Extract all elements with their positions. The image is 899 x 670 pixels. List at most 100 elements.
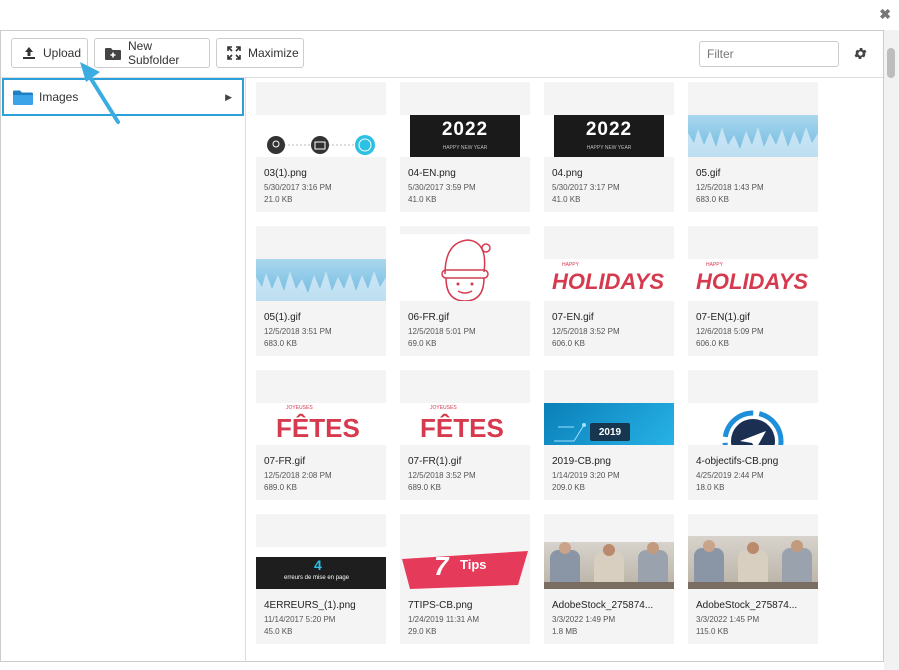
file-date: 11/14/2017 5:20 PM	[264, 615, 336, 624]
thumbnail-title: FÊTES	[276, 413, 360, 443]
pointer-arrow-icon	[80, 62, 120, 124]
file-name: 04-EN.png	[408, 168, 456, 179]
thumbnail: 7 Tips	[400, 547, 530, 589]
file-name: 07-EN.gif	[552, 312, 594, 323]
thumbnail	[400, 234, 530, 301]
thumbnail: HAPPY HOLIDAYS	[544, 259, 674, 301]
file-size: 209.0 KB	[552, 483, 585, 492]
file-size: 41.0 KB	[408, 195, 437, 204]
caret-right-icon[interactable]: ▶	[225, 92, 232, 103]
file-tile[interactable]: 05.gif 12/5/2018 1:43 PM 683.0 KB	[688, 82, 818, 212]
file-size: 683.0 KB	[264, 339, 297, 348]
maximize-button[interactable]: Maximize	[216, 38, 304, 68]
file-tile[interactable]: HAPPY HOLIDAYS 07-EN.gif 12/5/2018 3:52 …	[544, 226, 674, 356]
file-tile[interactable]: 2022 HAPPY NEW YEAR 04.png 5/30/2017 3:1…	[544, 82, 674, 212]
file-tile[interactable]: AdobeStock_275874... 3/3/2022 1:49 PM 1.…	[544, 514, 674, 644]
thumbnail-subtitle: HAPPY NEW YEAR	[586, 145, 632, 151]
file-date: 12/5/2018 3:51 PM	[264, 327, 332, 336]
thumbnail-banner: 2022 HAPPY NEW YEAR	[554, 115, 664, 157]
file-name: 03(1).png	[264, 168, 307, 179]
file-date: 12/5/2018 2:08 PM	[264, 471, 332, 480]
file-name: 7TIPS-CB.png	[408, 600, 473, 611]
file-date: 5/30/2017 3:59 PM	[408, 183, 476, 192]
file-size: 18.0 KB	[696, 483, 725, 492]
thumbnail	[544, 542, 674, 589]
file-date: 1/24/2019 11:31 AM	[408, 615, 480, 624]
file-tile[interactable]: AdobeStock_275874... 3/3/2022 1:45 PM 11…	[688, 514, 818, 644]
thumbnail-title: HOLIDAYS	[552, 269, 665, 294]
file-name: 2019-CB.png	[552, 456, 611, 467]
file-tile[interactable]: 4 erreurs de mise en page 4ERREURS_(1).p…	[256, 514, 386, 644]
scrollbar[interactable]	[884, 30, 899, 670]
thumbnail: JOYEUSES FÊTES	[400, 403, 530, 445]
file-date: 12/6/2018 5:09 PM	[696, 327, 764, 336]
file-tile[interactable]: 7 Tips 7TIPS-CB.png 1/24/2019 11:31 AM 2…	[400, 514, 530, 644]
file-name: 06-FR.gif	[408, 312, 450, 323]
file-tile[interactable]: 2019 2019-CB.png 1/14/2019 3:20 PM 209.0…	[544, 370, 674, 500]
thumbnail-subtitle: HAPPY	[706, 262, 723, 268]
file-date: 5/30/2017 3:16 PM	[264, 183, 332, 192]
close-icon[interactable]: ✖	[879, 6, 891, 23]
file-name: AdobeStock_275874...	[552, 600, 654, 611]
upload-label: Upload	[43, 46, 82, 60]
thumbnail: 2019	[544, 403, 674, 445]
folder-tree: Images ▶	[1, 78, 246, 662]
thumbnail	[688, 536, 818, 589]
file-size: 1.8 MB	[552, 627, 578, 636]
thumbnail	[688, 115, 818, 157]
file-size: 606.0 KB	[696, 339, 729, 348]
file-size: 45.0 KB	[264, 627, 293, 636]
file-size: 689.0 KB	[264, 483, 297, 492]
file-size: 115.0 KB	[696, 627, 729, 636]
file-tile[interactable]: JOYEUSES FÊTES 07-FR(1).gif 12/5/2018 3:…	[400, 370, 530, 500]
new-subfolder-label: New Subfolder	[128, 39, 180, 67]
thumbnail-banner: 2022 HAPPY NEW YEAR	[410, 115, 520, 157]
file-name: 05.gif	[696, 168, 721, 179]
file-date: 1/14/2019 3:20 PM	[552, 471, 620, 480]
file-date: 12/5/2018 1:43 PM	[696, 183, 764, 192]
file-date: 12/5/2018 5:01 PM	[408, 327, 476, 336]
file-name: 05(1).gif	[264, 312, 301, 323]
thumbnail-title: 2022	[441, 119, 489, 140]
file-tile[interactable]: HAPPY HOLIDAYS 07-EN(1).gif 12/6/2018 5:…	[688, 226, 818, 356]
file-tile[interactable]: 05(1).gif 12/5/2018 3:51 PM 683.0 KB	[256, 226, 386, 356]
thumbnail-title: HOLIDAYS	[696, 269, 809, 294]
thumbnail-subtitle: erreurs de mise en page	[284, 575, 350, 581]
filter-input[interactable]	[699, 41, 839, 67]
file-name: 07-FR(1).gif	[408, 456, 462, 467]
folder-icon	[13, 90, 33, 105]
thumbnail: JOYEUSES FÊTES	[256, 403, 386, 445]
thumbnail-title: 2019	[598, 427, 622, 438]
gear-icon[interactable]	[853, 46, 868, 66]
thumbnail	[256, 115, 386, 157]
file-date: 12/5/2018 3:52 PM	[408, 471, 476, 480]
thumbnail-title: 2022	[585, 119, 633, 140]
file-tile[interactable]: JOYEUSES FÊTES 07-FR.gif 12/5/2018 2:08 …	[256, 370, 386, 500]
thumbnail-title: 4	[314, 557, 322, 573]
file-tile[interactable]: 4-objectifs-CB.png 4/25/2019 2:44 PM 18.…	[688, 370, 818, 500]
thumbnail-subtitle: Tips	[460, 557, 487, 572]
thumbnail-title: FÊTES	[420, 413, 504, 443]
maximize-label: Maximize	[248, 46, 299, 60]
upload-icon	[22, 46, 36, 60]
thumbnail-keyboard	[256, 547, 386, 557]
file-name: 07-EN(1).gif	[696, 312, 750, 323]
thumbnail: 2022 HAPPY NEW YEAR	[400, 115, 530, 157]
file-size: 69.0 KB	[408, 339, 437, 348]
thumbnail: 2022 HAPPY NEW YEAR	[544, 115, 674, 157]
thumbnail	[688, 403, 818, 445]
file-name: 4-objectifs-CB.png	[696, 456, 779, 467]
file-tile[interactable]: 06-FR.gif 12/5/2018 5:01 PM 69.0 KB	[400, 226, 530, 356]
file-size: 29.0 KB	[408, 627, 437, 636]
thumbnail-subtitle: HAPPY	[562, 262, 579, 268]
toolbar: Upload New Subfolder Maximize	[1, 31, 883, 78]
file-size: 41.0 KB	[552, 195, 581, 204]
scrollbar-thumb[interactable]	[887, 48, 895, 78]
thumbnail	[256, 259, 386, 301]
file-date: 12/5/2018 3:52 PM	[552, 327, 620, 336]
sidebar-item-label: Images	[39, 90, 79, 104]
expand-icon	[227, 46, 241, 60]
file-name: 07-FR.gif	[264, 456, 306, 467]
file-tile[interactable]: 03(1).png 5/30/2017 3:16 PM 21.0 KB	[256, 82, 386, 212]
file-tile[interactable]: 2022 HAPPY NEW YEAR 04-EN.png 5/30/2017 …	[400, 82, 530, 212]
